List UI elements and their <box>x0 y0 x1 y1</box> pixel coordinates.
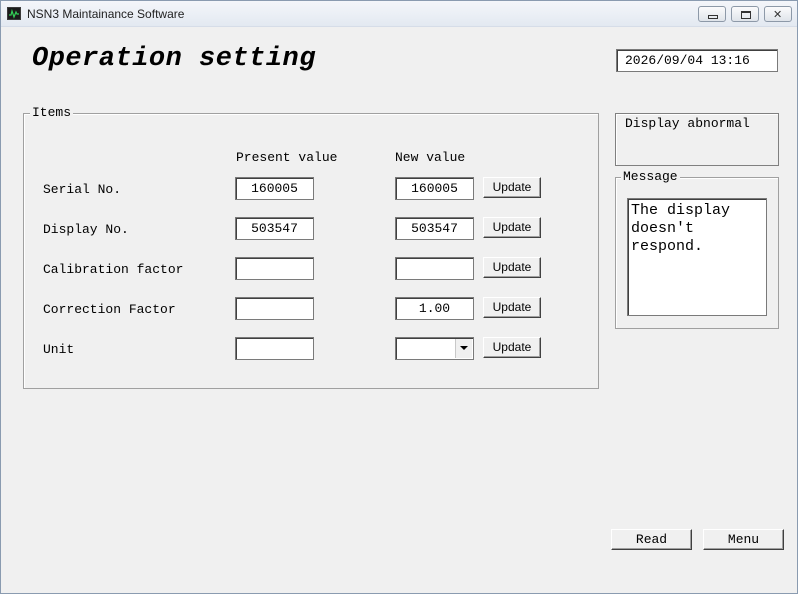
message-textarea[interactable]: The display doesn't respond. <box>627 198 767 316</box>
message-legend: Message <box>621 169 680 184</box>
serial-no-new-input[interactable]: 160005 <box>395 177 474 200</box>
close-button[interactable]: ✕ <box>764 6 792 22</box>
calibration-factor-label: Calibration factor <box>43 262 184 277</box>
display-no-present-field: 503547 <box>235 217 314 240</box>
window-title: NSN3 Maintainance Software <box>27 7 185 21</box>
read-button[interactable]: Read <box>611 529 692 550</box>
calibration-factor-present-field <box>235 257 314 280</box>
page-title: Operation setting <box>32 44 316 74</box>
display-no-label: Display No. <box>43 222 129 237</box>
present-value-header: Present value <box>236 150 338 165</box>
correction-factor-present-field <box>235 297 314 320</box>
maximize-icon <box>741 11 751 19</box>
calibration-factor-update-button[interactable]: Update <box>483 257 541 278</box>
maximize-button[interactable] <box>731 6 759 22</box>
unit-present-field <box>235 337 314 360</box>
display-no-update-button[interactable]: Update <box>483 217 541 238</box>
correction-factor-new-input[interactable]: 1.00 <box>395 297 474 320</box>
close-icon: ✕ <box>773 8 783 21</box>
dropdown-arrow-button[interactable] <box>455 339 472 358</box>
serial-no-present-field: 160005 <box>235 177 314 200</box>
correction-factor-label: Correction Factor <box>43 302 176 317</box>
calibration-factor-new-input[interactable] <box>395 257 474 280</box>
chevron-down-icon <box>460 346 468 350</box>
unit-update-button[interactable]: Update <box>483 337 541 358</box>
oscilloscope-icon <box>7 7 21 20</box>
correction-factor-update-button[interactable]: Update <box>483 297 541 318</box>
display-no-new-input[interactable]: 503547 <box>395 217 474 240</box>
menu-button[interactable]: Menu <box>703 529 784 550</box>
new-value-header: New value <box>395 150 466 165</box>
minimize-icon <box>708 15 718 19</box>
title-bar: NSN3 Maintainance Software ✕ <box>1 1 797 27</box>
items-legend: Items <box>30 105 74 120</box>
unit-select[interactable] <box>395 337 474 360</box>
datetime-display: 2026/09/04 13:16 <box>616 49 778 72</box>
unit-label: Unit <box>43 342 75 357</box>
status-display: Display abnormal <box>615 113 779 166</box>
serial-no-update-button[interactable]: Update <box>483 177 541 198</box>
serial-no-label: Serial No. <box>43 182 122 197</box>
minimize-button[interactable] <box>698 6 726 22</box>
